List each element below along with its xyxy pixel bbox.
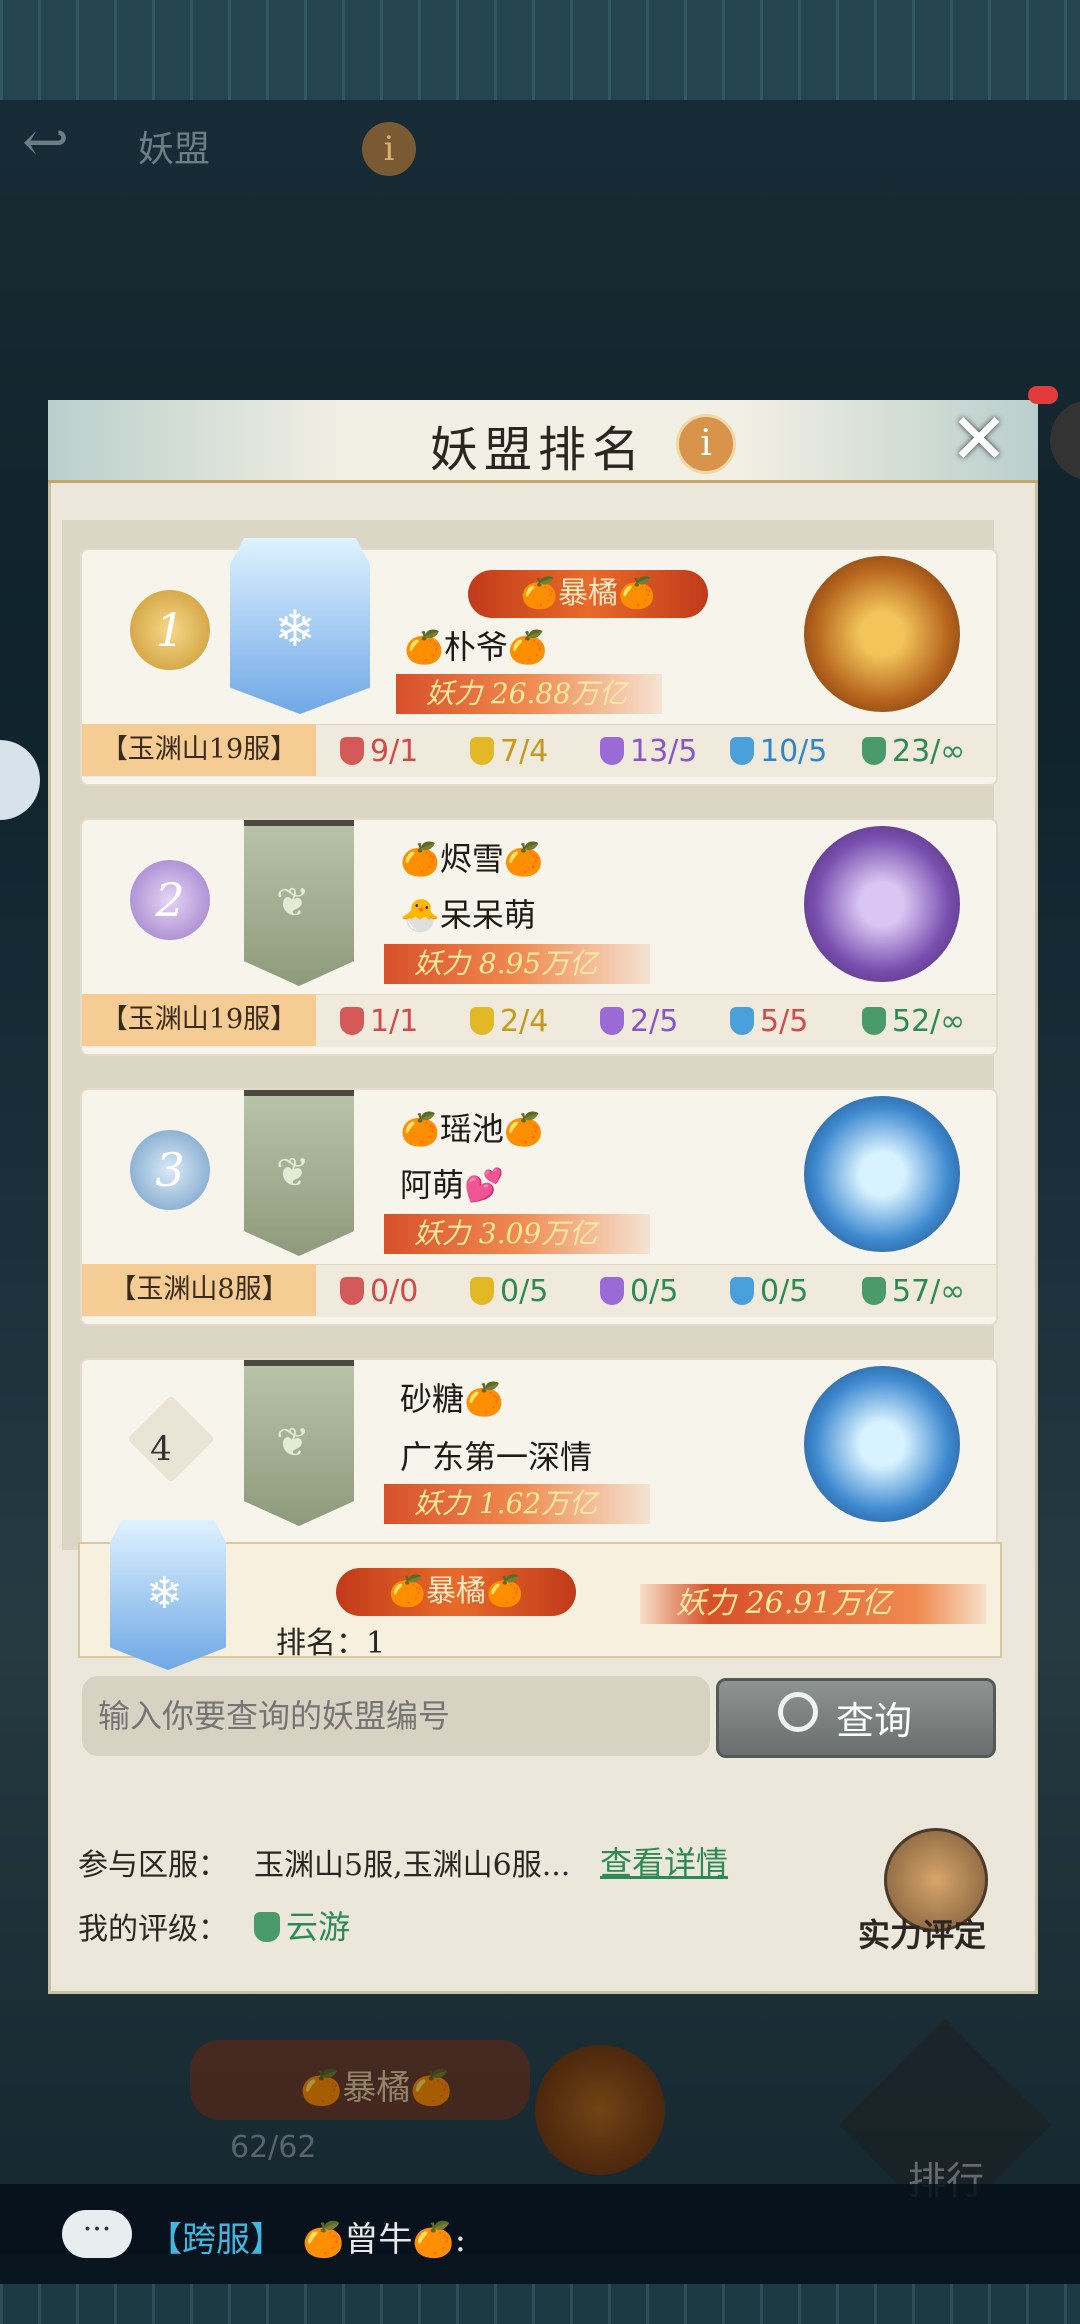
tier-purple: 0/5 [600,1274,678,1309]
rating-icon [254,1912,280,1942]
servers-label: 参与区服： [78,1848,228,1883]
tier-red: 9/1 [340,734,418,769]
leader-name: 🍊瑶池🍊 [400,1110,544,1148]
member-name: 阿萌💕 [400,1166,504,1204]
power-value: 妖力 1.62万亿 [384,1484,650,1524]
rank-badge: 1 [130,590,210,670]
my-alliance-tag: 🍊暴橘🍊 [336,1568,576,1616]
notification-dot [1028,386,1058,404]
search-icon [778,1692,818,1732]
rank-card-4[interactable]: 4 ❦ 砂糖🍊 广东第一深情 妖力 1.62万亿 [80,1358,998,1548]
rank-badge: 2 [130,860,210,940]
top-info-icon[interactable]: i [362,122,416,176]
bottom-strip [0,2284,1080,2324]
tier-purple: 2/5 [600,1004,678,1039]
power-value: 妖力 3.09万亿 [384,1214,650,1254]
chat-sender-name: 🍊曾牛🍊: [302,2220,467,2260]
panel-info-icon[interactable]: i [676,414,736,474]
servers-value: 玉渊山5服,玉渊山6服... [254,1848,571,1883]
alliance-emblem-icon [804,556,960,712]
leader-name: 🍊烬雪🍊 [400,840,544,878]
leaf-icon: ❦ [276,880,310,926]
tier-purple: 13/5 [600,734,697,769]
power-value: 妖力 26.88万亿 [396,674,662,714]
tier-green: 23/∞ [862,734,965,769]
tier-yellow: 0/5 [470,1274,548,1309]
chat-channel-tag: 【跨服】 [148,2220,284,2260]
query-button-label: 查询 [836,1699,913,1743]
panel-title: 妖盟排名 [430,422,647,478]
tier-yellow: 2/4 [470,1004,548,1039]
my-rank-text: 排名：1 [276,1626,386,1661]
tier-blue: 5/5 [730,1004,808,1039]
server-tag: 【玉渊山19服】 [82,994,316,1046]
snowflake-icon: ❄ [274,600,316,658]
rank-card-3[interactable]: 3 ❦ 🍊瑶池🍊 阿萌💕 妖力 3.09万亿 【玉渊山8服】 0/0 0/5 0… [80,1088,998,1326]
rank-badge: 4 [127,1395,215,1483]
alliance-id-input[interactable] [82,1676,710,1756]
chat-bubble-icon[interactable]: ··· [62,2210,132,2258]
alliance-emblem-icon [804,1366,960,1522]
my-power-value: 妖力 26.91万亿 [640,1584,986,1624]
leader-name: 🍊朴爷🍊 [404,628,548,666]
strength-eval-label: 实力评定 [858,1916,987,1954]
power-value: 妖力 8.95万亿 [384,944,650,984]
rank-card-2[interactable]: 2 ❦ 🍊烬雪🍊 🐣呆呆萌 妖力 8.95万亿 【玉渊山19服】 1/1 2/4… [80,818,998,1056]
rank-card-1[interactable]: 1 ❄ 🍊暴橘🍊 🍊朴爷🍊 妖力 26.88万亿 【玉渊山19服】 9/1 7/… [80,538,998,786]
tier-blue: 10/5 [730,734,827,769]
rating-label: 我的评级： [78,1912,228,1947]
alliance-emblem-icon [804,826,960,982]
tier-yellow: 7/4 [470,734,548,769]
back-arrow-icon[interactable]: ↩ [22,115,102,171]
member-name: 🐣呆呆萌 [400,896,536,934]
server-tag: 【玉渊山8服】 [82,1264,316,1316]
tier-green: 52/∞ [862,1004,965,1039]
background-top-strip [0,0,1080,100]
leader-name: 砂糖🍊 [400,1380,504,1418]
leaf-icon: ❦ [276,1420,310,1466]
close-button[interactable]: ✕ [944,400,1014,478]
server-tag: 【玉渊山19服】 [82,724,316,776]
top-bar-title: 妖盟 [138,129,211,170]
tier-green: 57/∞ [862,1274,965,1309]
alliance-emblem-icon [804,1096,960,1252]
tier-red: 0/0 [340,1274,418,1309]
my-rating: 云游 [254,1902,350,1948]
tier-blue: 0/5 [730,1274,808,1309]
alliance-fire-tag: 🍊暴橘🍊 [468,570,708,618]
view-details-link[interactable]: 查看详情 [600,1838,728,1884]
tier-red: 1/1 [340,1004,418,1039]
my-snowflake-icon: ❄ [146,1568,183,1619]
leaf-icon: ❦ [276,1150,310,1196]
member-name: 广东第一深情 [400,1438,593,1476]
rank-badge: 3 [130,1130,210,1210]
